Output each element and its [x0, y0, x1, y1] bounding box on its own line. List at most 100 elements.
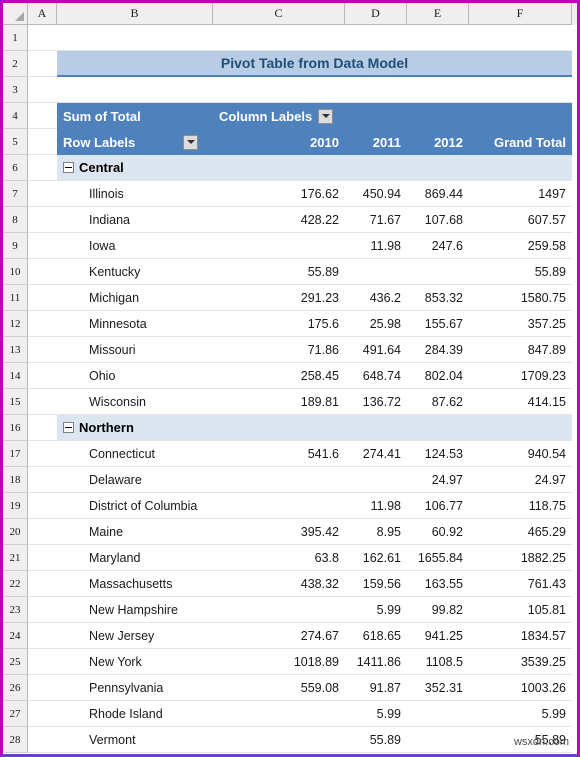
- row-label[interactable]: Iowa: [57, 233, 213, 259]
- data-value[interactable]: 162.61: [345, 545, 407, 571]
- grand-total-value[interactable]: 1497: [469, 181, 572, 207]
- row-number[interactable]: 8: [3, 207, 28, 233]
- row-number[interactable]: 24: [3, 623, 28, 649]
- empty-cell[interactable]: [28, 727, 57, 753]
- data-value[interactable]: 258.45: [213, 363, 345, 389]
- empty-cell[interactable]: [28, 441, 57, 467]
- row-number[interactable]: 27: [3, 701, 28, 727]
- row-label[interactable]: Missouri: [57, 337, 213, 363]
- column-header-c[interactable]: C: [213, 3, 345, 25]
- row-number[interactable]: 3: [3, 77, 28, 103]
- empty-cell[interactable]: [28, 519, 57, 545]
- column-labels-cell[interactable]: Column Labels: [213, 103, 345, 129]
- group-row-empty-cell[interactable]: [213, 415, 345, 441]
- empty-cell[interactable]: [28, 25, 57, 51]
- grand-total-value[interactable]: 55.89: [469, 727, 572, 753]
- empty-cell[interactable]: [28, 233, 57, 259]
- row-number[interactable]: 25: [3, 649, 28, 675]
- row-number[interactable]: 13: [3, 337, 28, 363]
- data-value[interactable]: [345, 467, 407, 493]
- empty-cell[interactable]: [28, 103, 57, 129]
- data-value[interactable]: 63.8: [213, 545, 345, 571]
- row-label[interactable]: Illinois: [57, 181, 213, 207]
- pivot-header-empty-cell[interactable]: [345, 103, 407, 129]
- data-value[interactable]: 163.55: [407, 571, 469, 597]
- empty-cell[interactable]: [28, 181, 57, 207]
- row-labels-cell[interactable]: Row Labels: [57, 129, 213, 155]
- data-value[interactable]: 25.98: [345, 311, 407, 337]
- grand-total-value[interactable]: 414.15: [469, 389, 572, 415]
- data-value[interactable]: 55.89: [345, 727, 407, 753]
- empty-cell[interactable]: [28, 77, 57, 103]
- group-row-empty-cell[interactable]: [345, 415, 407, 441]
- row-number[interactable]: 7: [3, 181, 28, 207]
- empty-cell[interactable]: [28, 337, 57, 363]
- row-label[interactable]: Rhode Island: [57, 701, 213, 727]
- row-label[interactable]: New York: [57, 649, 213, 675]
- collapse-minus-icon[interactable]: [63, 162, 74, 173]
- data-value[interactable]: 5.99: [345, 597, 407, 623]
- empty-cell[interactable]: [213, 25, 345, 51]
- row-label[interactable]: Maine: [57, 519, 213, 545]
- column-header-e[interactable]: E: [407, 3, 469, 25]
- empty-cell[interactable]: [28, 493, 57, 519]
- row-label[interactable]: Delaware: [57, 467, 213, 493]
- grand-total-value[interactable]: 259.58: [469, 233, 572, 259]
- empty-cell[interactable]: [28, 285, 57, 311]
- group-row-empty-cell[interactable]: [407, 155, 469, 181]
- data-value[interactable]: 869.44: [407, 181, 469, 207]
- grand-total-value[interactable]: 465.29: [469, 519, 572, 545]
- row-label[interactable]: Vermont: [57, 727, 213, 753]
- row-number[interactable]: 1: [3, 25, 28, 51]
- group-row-empty-cell[interactable]: [345, 155, 407, 181]
- row-label[interactable]: Ohio: [57, 363, 213, 389]
- row-number[interactable]: 6: [3, 155, 28, 181]
- row-number[interactable]: 2: [3, 51, 28, 77]
- row-label[interactable]: Minnesota: [57, 311, 213, 337]
- empty-cell[interactable]: [28, 389, 57, 415]
- row-number[interactable]: 4: [3, 103, 28, 129]
- empty-cell[interactable]: [345, 77, 407, 103]
- group-row-empty-cell[interactable]: [213, 155, 345, 181]
- empty-cell[interactable]: [407, 77, 469, 103]
- empty-cell[interactable]: [407, 25, 469, 51]
- empty-cell[interactable]: [28, 467, 57, 493]
- row-number[interactable]: 5: [3, 129, 28, 155]
- data-value[interactable]: 436.2: [345, 285, 407, 311]
- empty-cell[interactable]: [28, 51, 57, 77]
- data-value[interactable]: 11.98: [345, 493, 407, 519]
- data-value[interactable]: 395.42: [213, 519, 345, 545]
- row-number[interactable]: 9: [3, 233, 28, 259]
- data-value[interactable]: 71.86: [213, 337, 345, 363]
- data-value[interactable]: [407, 727, 469, 753]
- grand-total-value[interactable]: 847.89: [469, 337, 572, 363]
- data-value[interactable]: 87.62: [407, 389, 469, 415]
- data-value[interactable]: 136.72: [345, 389, 407, 415]
- pivot-column-header[interactable]: 2011: [345, 129, 407, 155]
- data-value[interactable]: 159.56: [345, 571, 407, 597]
- data-value[interactable]: 352.31: [407, 675, 469, 701]
- empty-cell[interactable]: [28, 675, 57, 701]
- pivot-column-header[interactable]: 2012: [407, 129, 469, 155]
- data-value[interactable]: 1655.84: [407, 545, 469, 571]
- data-value[interactable]: 274.67: [213, 623, 345, 649]
- data-value[interactable]: [213, 493, 345, 519]
- row-number[interactable]: 10: [3, 259, 28, 285]
- grand-total-value[interactable]: 1709.23: [469, 363, 572, 389]
- empty-cell[interactable]: [28, 623, 57, 649]
- grand-total-value[interactable]: 1834.57: [469, 623, 572, 649]
- pivot-column-header[interactable]: 2010: [213, 129, 345, 155]
- row-label[interactable]: Massachusetts: [57, 571, 213, 597]
- pivot-column-header[interactable]: Grand Total: [469, 129, 572, 155]
- empty-cell[interactable]: [469, 77, 572, 103]
- empty-cell[interactable]: [345, 25, 407, 51]
- empty-cell[interactable]: [28, 701, 57, 727]
- data-value[interactable]: 11.98: [345, 233, 407, 259]
- row-label[interactable]: Michigan: [57, 285, 213, 311]
- data-value[interactable]: 274.41: [345, 441, 407, 467]
- data-value[interactable]: 438.32: [213, 571, 345, 597]
- empty-cell[interactable]: [213, 77, 345, 103]
- row-number[interactable]: 23: [3, 597, 28, 623]
- row-label[interactable]: Connecticut: [57, 441, 213, 467]
- column-header-b[interactable]: B: [57, 3, 213, 25]
